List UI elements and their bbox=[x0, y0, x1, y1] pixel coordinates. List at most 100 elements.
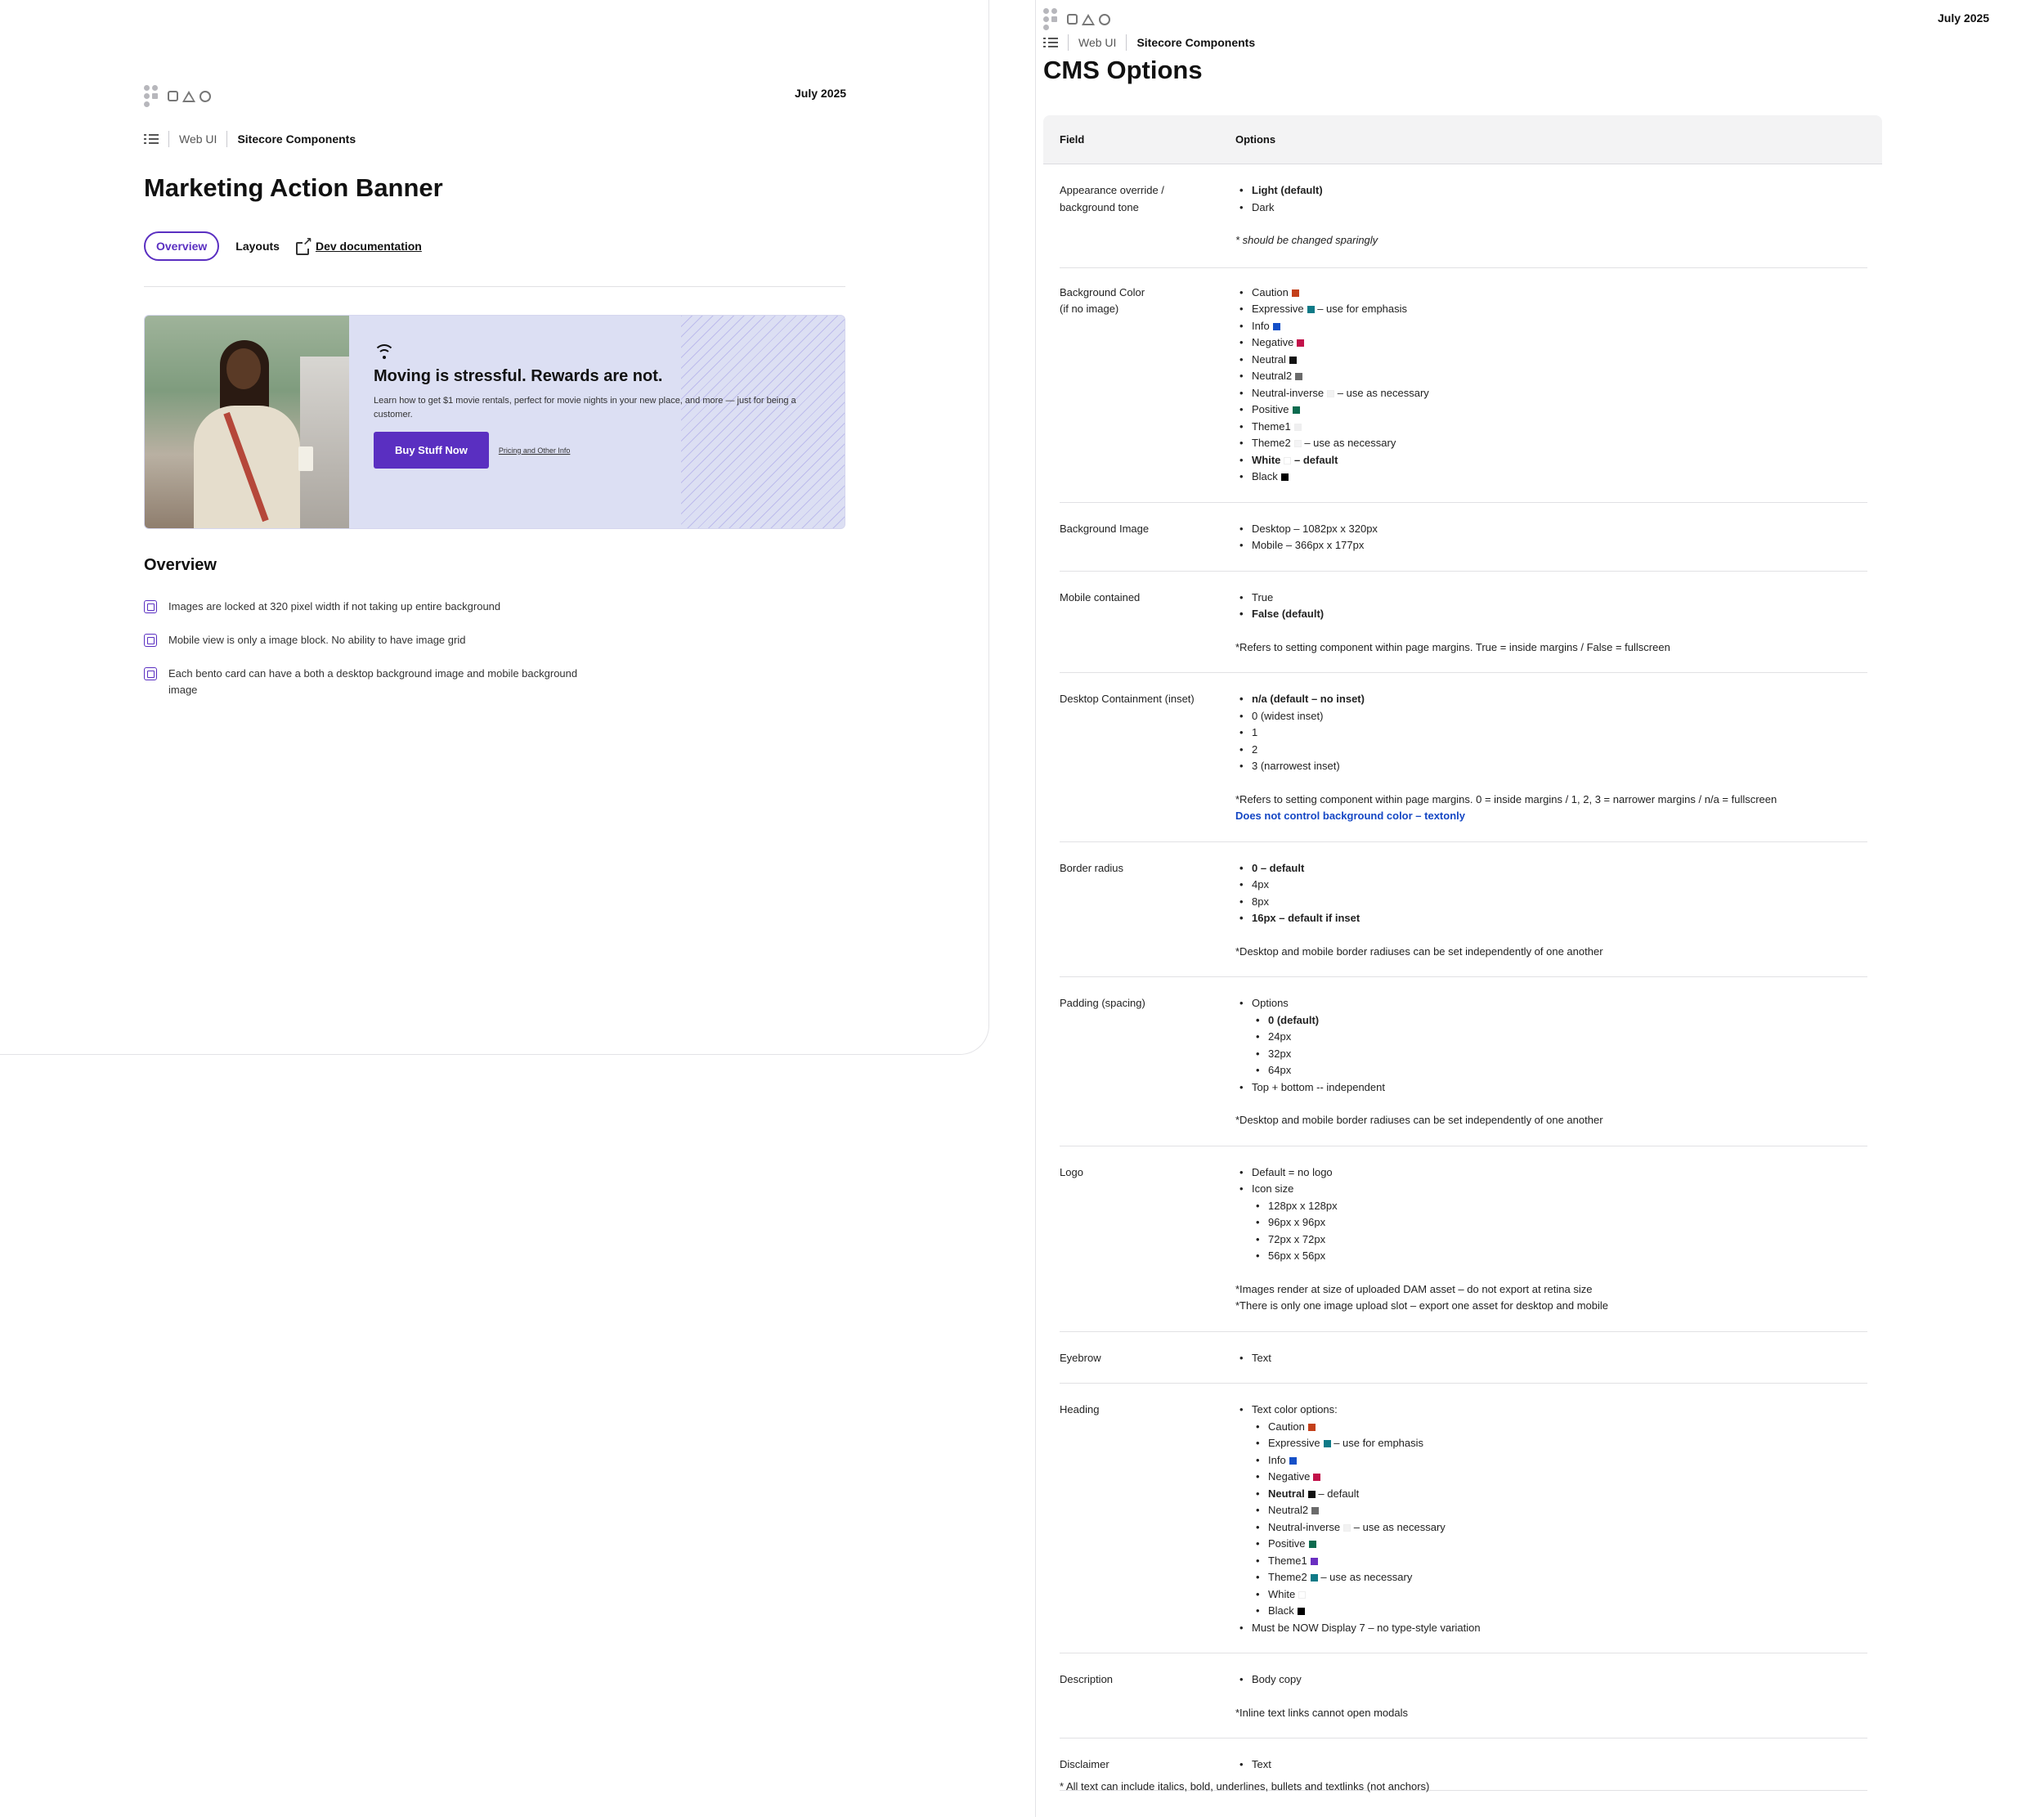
option-subitem: 56px x 56px bbox=[1252, 1248, 1867, 1265]
list-item: Images are locked at 320 pixel width if … bbox=[144, 599, 602, 615]
option-item: 0 – default bbox=[1235, 860, 1867, 877]
table-row: Mobile contained True False (default) *R… bbox=[1060, 572, 1867, 673]
field-name: Mobile contained bbox=[1060, 590, 1141, 603]
color-option: Neutral2 bbox=[1235, 368, 1867, 385]
tab-overview[interactable]: Overview bbox=[144, 231, 220, 261]
field-name: Desktop Containment (inset) bbox=[1060, 693, 1195, 705]
color-option-name: Caution bbox=[1268, 1420, 1305, 1433]
breadcrumb-sitecore-components[interactable]: Sitecore Components bbox=[1136, 36, 1255, 49]
field-name: Heading bbox=[1060, 1403, 1100, 1415]
table-row: Description Body copy *Inline text links… bbox=[1060, 1653, 1867, 1738]
color-swatch bbox=[1307, 306, 1315, 314]
color-option-name: Negative bbox=[1252, 336, 1294, 348]
color-option: Expressive – use for emphasis bbox=[1252, 1435, 1867, 1452]
image-icon bbox=[144, 667, 157, 680]
color-option: Caution bbox=[1252, 1419, 1867, 1436]
color-option: Info bbox=[1252, 1452, 1867, 1469]
color-option: Neutral2 bbox=[1252, 1502, 1867, 1519]
color-option-suffix: – use for emphasis bbox=[1314, 303, 1408, 315]
color-option-name: Neutral2 bbox=[1268, 1504, 1309, 1516]
banner-description: Learn how to get $1 movie rentals, perfe… bbox=[374, 396, 796, 419]
option-item: 4px bbox=[1235, 877, 1867, 894]
field-note-link[interactable]: Does not control background color – text… bbox=[1235, 808, 1867, 825]
option-subitem: 0 (default) bbox=[1252, 1012, 1867, 1030]
color-option-name: Expressive bbox=[1252, 303, 1304, 315]
list-menu-icon[interactable] bbox=[144, 133, 159, 145]
option-item: Must be NOW Display 7 – no type-style va… bbox=[1235, 1620, 1867, 1637]
color-option-suffix: – use as necessary bbox=[1334, 386, 1429, 399]
list-item: Each bento card can have a both a deskto… bbox=[144, 666, 602, 698]
figma-icon bbox=[144, 85, 158, 107]
color-option-name: Theme1 bbox=[1268, 1554, 1307, 1567]
color-option-name: Black bbox=[1252, 470, 1278, 482]
field-name: Background Image bbox=[1060, 522, 1150, 535]
breadcrumb-sitecore-components[interactable]: Sitecore Components bbox=[237, 132, 356, 146]
panel-divider bbox=[1035, 0, 1036, 1817]
option-item: Text color options: bbox=[1235, 1402, 1867, 1419]
field-name: Eyebrow bbox=[1060, 1351, 1101, 1364]
color-option: Black bbox=[1252, 1603, 1867, 1620]
option-subitem: 64px bbox=[1252, 1062, 1867, 1079]
color-option-name: Neutral bbox=[1252, 352, 1286, 366]
color-option-name: Theme1 bbox=[1252, 419, 1291, 433]
option-item: 16px – default if inset bbox=[1235, 910, 1867, 927]
color-option-name: Positive bbox=[1252, 403, 1289, 415]
overview-item-text: Mobile view is only a image block. No ab… bbox=[168, 634, 466, 646]
option-item: Desktop – 1082px x 320px bbox=[1235, 521, 1867, 538]
breadcrumb-web-ui[interactable]: Web UI bbox=[1078, 36, 1116, 49]
color-option-name: Info bbox=[1268, 1453, 1286, 1466]
option-item: True bbox=[1235, 590, 1867, 607]
color-option: Positive bbox=[1252, 1536, 1867, 1553]
color-swatch bbox=[1280, 473, 1289, 482]
table-row: Eyebrow Text bbox=[1060, 1332, 1867, 1384]
color-swatch bbox=[1308, 1541, 1316, 1549]
color-option-name: Neutral-inverse bbox=[1268, 1520, 1341, 1533]
field-name: Description bbox=[1060, 1673, 1114, 1685]
date-label: July 2025 bbox=[795, 87, 847, 100]
color-option-name: White bbox=[1268, 1587, 1296, 1600]
breadcrumb: Web UI Sitecore Components bbox=[144, 131, 356, 147]
shapes-logo-icon bbox=[168, 90, 211, 102]
color-option: Black bbox=[1235, 469, 1867, 486]
table-row: Heading Text color options: Caution Expre… bbox=[1060, 1384, 1867, 1653]
list-menu-icon[interactable] bbox=[1043, 37, 1058, 48]
field-name: Background Color (if no image) bbox=[1060, 285, 1223, 318]
color-option: Caution bbox=[1235, 285, 1867, 302]
tab-layouts[interactable]: Layouts bbox=[235, 240, 280, 253]
option-item: 0 (widest inset) bbox=[1235, 708, 1867, 725]
overview-item-text: Images are locked at 320 pixel width if … bbox=[168, 600, 501, 612]
option-item: 8px bbox=[1235, 894, 1867, 911]
pricing-info-link[interactable]: Pricing and Other Info bbox=[499, 446, 571, 455]
external-link-icon bbox=[295, 235, 312, 255]
color-option-name: Caution bbox=[1252, 285, 1289, 298]
option-item: Top + bottom -- independent bbox=[1235, 1079, 1867, 1097]
table-header: Field Options bbox=[1043, 115, 1882, 164]
buy-stuff-now-button[interactable]: Buy Stuff Now bbox=[374, 432, 489, 469]
field-name-line: Background Color bbox=[1060, 285, 1145, 298]
overview-item-text: Each bento card can have a both a deskto… bbox=[168, 667, 578, 696]
field-name: Border radius bbox=[1060, 861, 1124, 874]
option-subitem: 96px x 96px bbox=[1252, 1214, 1867, 1232]
color-option: Neutral bbox=[1235, 352, 1867, 369]
table-row: Appearance override / background tone Li… bbox=[1060, 164, 1867, 268]
option-item: Dark bbox=[1235, 200, 1867, 217]
wifi-icon bbox=[374, 344, 395, 361]
color-option-name: Black bbox=[1268, 1604, 1294, 1617]
field-note: *Images render at size of uploaded DAM a… bbox=[1235, 1282, 1593, 1295]
color-swatch bbox=[1307, 1423, 1316, 1431]
color-swatch bbox=[1323, 1440, 1331, 1448]
table-row: Logo Default = no logo Icon size 128px x… bbox=[1060, 1146, 1867, 1332]
field-note: *Desktop and mobile border radiuses can … bbox=[1235, 1114, 1603, 1126]
color-option: Negative bbox=[1252, 1469, 1867, 1486]
dev-documentation-link[interactable]: Dev documentation bbox=[295, 235, 422, 255]
divider bbox=[144, 286, 845, 287]
color-option: Theme2 – use as necessary bbox=[1235, 435, 1867, 452]
color-option: Expressive – use for emphasis bbox=[1235, 301, 1867, 318]
breadcrumb-web-ui[interactable]: Web UI bbox=[179, 132, 217, 146]
color-option-suffix: – default bbox=[1315, 1487, 1360, 1500]
color-option: Theme1 bbox=[1235, 419, 1867, 436]
option-item: 3 (narrowest inset) bbox=[1235, 758, 1867, 775]
option-item: 1 bbox=[1235, 725, 1867, 742]
field-note: *There is only one image upload slot – e… bbox=[1235, 1299, 1608, 1312]
color-option: Info bbox=[1235, 318, 1867, 335]
